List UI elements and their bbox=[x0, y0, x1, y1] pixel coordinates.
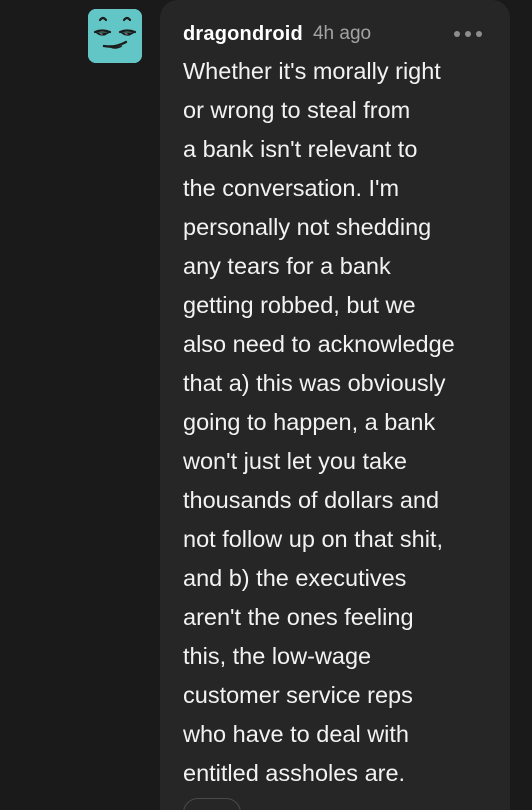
comment-body-line: customer service reps bbox=[183, 682, 413, 708]
comment-body-line: personally not shedding bbox=[183, 214, 432, 240]
more-options-button[interactable] bbox=[454, 28, 482, 40]
ellipsis-dot bbox=[465, 31, 471, 37]
comment-body-line: that a) this was obviously bbox=[183, 370, 446, 396]
comment-body-line: going to happen, a bank bbox=[183, 409, 436, 435]
user-avatar[interactable] bbox=[88, 9, 142, 63]
comment-body-line: getting robbed, but we bbox=[183, 292, 416, 318]
comment-body-line: entitled assholes are. bbox=[183, 760, 406, 786]
comment-body-line: any tears for a bank bbox=[183, 253, 391, 279]
ellipsis-dot bbox=[454, 31, 460, 37]
comment-body-line: the conversation. I'm bbox=[183, 175, 400, 201]
comment-body-line: and b) the executives bbox=[183, 565, 407, 591]
comment-body-line: won't just let you take bbox=[183, 448, 407, 474]
comment-body-line: Whether it's morally right bbox=[183, 58, 441, 84]
comment-body-line: this, the low-wage bbox=[183, 643, 372, 669]
comment-body-line: thousands of dollars and bbox=[183, 487, 440, 513]
username-link[interactable]: dragondroid bbox=[183, 23, 303, 46]
comment-body-line: also need to acknowledge bbox=[183, 331, 455, 357]
smug-face-avatar-icon bbox=[88, 9, 142, 63]
ellipsis-dot bbox=[476, 31, 482, 37]
comment-timestamp: 4h ago bbox=[312, 23, 372, 44]
comment-header: dragondroid 4h ago bbox=[183, 20, 483, 48]
comment-thread: dragondroid 4h ago Whether it's morally … bbox=[0, 0, 532, 810]
reaction-button[interactable] bbox=[183, 798, 241, 810]
comment-body: Whether it's morally right or wrong to s… bbox=[183, 52, 503, 793]
comment-body-line: aren't the ones feeling bbox=[183, 604, 414, 630]
comment-body-line: or wrong to steal from bbox=[183, 97, 411, 123]
comment-body-line: not follow up on that shit, bbox=[183, 526, 443, 552]
comment-body-line: who have to deal with bbox=[183, 721, 410, 747]
comment-body-line: a bank isn't relevant to bbox=[183, 136, 418, 162]
